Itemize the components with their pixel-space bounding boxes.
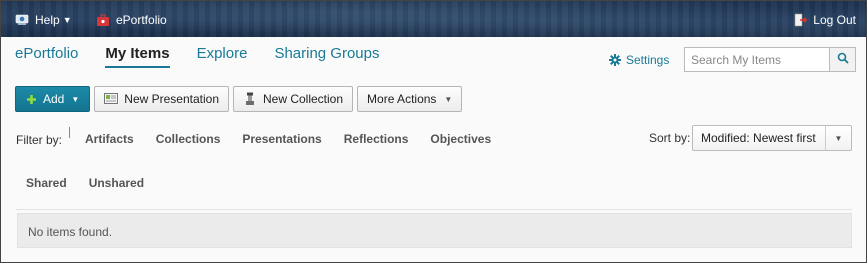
eportfolio-label: ePortfolio xyxy=(116,13,167,27)
top-bar: Help ▼ ePortfolio Log Out xyxy=(1,1,866,37)
collection-icon xyxy=(243,92,257,106)
sort-label: Sort by: xyxy=(649,131,691,145)
filter-reflections[interactable]: Reflections xyxy=(344,132,409,146)
filter-artifacts[interactable]: Artifacts xyxy=(85,132,134,146)
filter-unshared[interactable]: Unshared xyxy=(89,176,144,190)
divider xyxy=(16,209,852,210)
chevron-down-icon: ▼ xyxy=(71,94,80,104)
help-menu[interactable]: Help ▼ xyxy=(15,11,72,29)
results-empty-state: No items found. xyxy=(17,213,852,248)
add-button[interactable]: Add ▼ xyxy=(15,86,91,112)
tab-my-items[interactable]: My Items xyxy=(105,45,170,68)
eportfolio-icon xyxy=(96,14,110,27)
eportfolio-link[interactable]: ePortfolio xyxy=(96,11,167,29)
gear-icon xyxy=(609,54,621,66)
filter-objectives[interactable]: Objectives xyxy=(430,132,491,146)
search-button[interactable] xyxy=(829,47,856,72)
presentation-icon xyxy=(104,93,119,105)
sort-select[interactable]: Modified: Newest first ▼ xyxy=(692,125,852,151)
eportfolio-window: Help ▼ ePortfolio Log Out ePortfolio My … xyxy=(0,0,867,263)
new-collection-button[interactable]: New Collection xyxy=(233,86,354,112)
help-icon xyxy=(15,13,29,27)
search-box xyxy=(684,47,856,72)
tab-explore[interactable]: Explore xyxy=(197,45,248,66)
sort-selected-value: Modified: Newest first xyxy=(701,131,816,145)
logout-link[interactable]: Log Out xyxy=(793,11,856,29)
more-actions-button[interactable]: More Actions ▼ xyxy=(357,86,463,112)
search-input[interactable] xyxy=(684,47,829,72)
tab-eportfolio[interactable]: ePortfolio xyxy=(15,45,78,66)
search-icon xyxy=(837,52,849,67)
add-label: Add xyxy=(43,92,65,106)
filter-shared[interactable]: Shared xyxy=(26,176,67,190)
logout-label: Log Out xyxy=(813,13,856,27)
tab-sharing-groups[interactable]: Sharing Groups xyxy=(274,45,379,66)
settings-label: Settings xyxy=(626,53,670,67)
more-actions-label: More Actions xyxy=(367,92,437,106)
toolbar: Add ▼ New Presentation New Collection Mo… xyxy=(15,86,466,112)
main-nav: ePortfolio My Items Explore Sharing Grou… xyxy=(15,45,407,71)
new-collection-label: New Collection xyxy=(263,92,344,106)
filter-label: Filter by: xyxy=(16,133,63,147)
filter-presentations[interactable]: Presentations xyxy=(242,132,321,146)
new-presentation-button[interactable]: New Presentation xyxy=(94,86,229,112)
share-filter: Shared Unshared xyxy=(26,176,166,190)
filter-separator xyxy=(69,127,70,138)
filter-options: Artifacts Collections Presentations Refl… xyxy=(85,132,513,146)
chevron-down-icon: ▼ xyxy=(825,126,851,150)
empty-message: No items found. xyxy=(28,225,113,239)
logout-icon xyxy=(793,13,808,27)
chevron-down-icon: ▼ xyxy=(444,94,453,104)
plus-icon xyxy=(26,94,37,105)
settings-link[interactable]: Settings xyxy=(609,53,669,67)
filter-collections[interactable]: Collections xyxy=(156,132,221,146)
new-presentation-label: New Presentation xyxy=(124,92,219,106)
chevron-down-icon: ▼ xyxy=(62,15,72,25)
help-label: Help xyxy=(35,13,60,27)
